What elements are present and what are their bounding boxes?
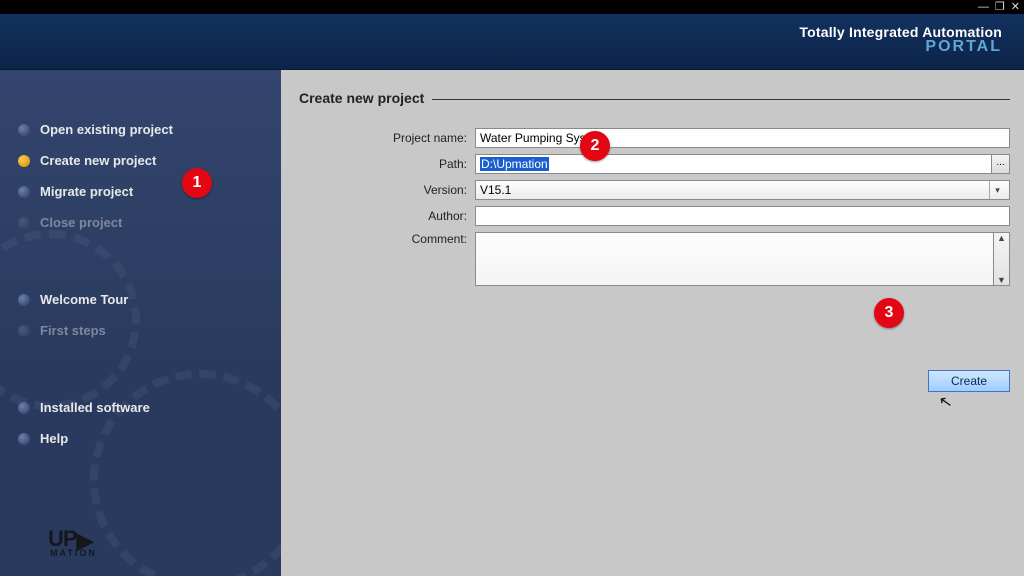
label-version: Version: [355, 183, 475, 197]
sidebar-item-welcome-tour[interactable]: Welcome Tour [18, 284, 263, 315]
sidebar-item-label: Help [40, 431, 68, 446]
sidebar-item-label: Welcome Tour [40, 292, 128, 307]
bullet-icon [18, 186, 30, 198]
version-select[interactable]: V15.1 ▾ [475, 180, 1010, 200]
app-header: Totally Integrated Automation PORTAL [0, 14, 1024, 70]
bullet-icon [18, 124, 30, 136]
label-comment: Comment: [355, 232, 475, 246]
section-title: Create new project [299, 90, 1010, 106]
label-project-name: Project name: [355, 131, 475, 145]
annotation-badge-2: 2 [580, 131, 610, 161]
annotation-badge-1: 1 [182, 168, 212, 198]
bullet-icon [18, 402, 30, 414]
sidebar-item-migrate[interactable]: Migrate project [18, 176, 263, 207]
sidebar: Open existing project Create new project… [0, 70, 281, 576]
section-title-text: Create new project [299, 90, 424, 106]
sidebar-item-first-steps: First steps [18, 315, 263, 346]
label-path: Path: [355, 157, 475, 171]
browse-path-button[interactable]: ... [992, 154, 1010, 174]
sidebar-item-label: Migrate project [40, 184, 133, 199]
chevron-down-icon: ▾ [989, 181, 1005, 199]
sidebar-item-label: First steps [40, 323, 106, 338]
sidebar-item-label: Close project [40, 215, 122, 230]
play-icon: ▶ [77, 528, 93, 554]
scroll-up-icon: ▲ [997, 233, 1006, 243]
cursor-icon: ↖ [937, 391, 954, 413]
create-button[interactable]: Create [928, 370, 1010, 392]
nav-group-misc: Installed software Help [18, 392, 263, 454]
close-button[interactable]: ✕ [1011, 2, 1020, 13]
content-area: Create new project Project name: Path: D… [281, 70, 1024, 576]
sidebar-item-help[interactable]: Help [18, 423, 263, 454]
version-select-value: V15.1 [480, 183, 511, 197]
author-input[interactable] [475, 206, 1010, 226]
path-input-value: D:\Upmation [480, 157, 549, 171]
scrollbar[interactable]: ▲ ▼ [994, 232, 1010, 286]
create-project-form: Project name: Path: D:\Upmation ... Vers… [299, 128, 1010, 286]
bullet-icon [18, 217, 30, 229]
sidebar-item-installed-software[interactable]: Installed software [18, 392, 263, 423]
annotation-badge-3: 3 [874, 298, 904, 328]
minimize-button[interactable]: — [978, 2, 989, 13]
sidebar-item-close-project: Close project [18, 207, 263, 238]
nav-group-projects: Open existing project Create new project… [18, 114, 263, 238]
upmation-logo: UP▶ MATION [48, 526, 97, 558]
sidebar-item-label: Create new project [40, 153, 156, 168]
bullet-icon [18, 325, 30, 337]
bullet-icon [18, 294, 30, 306]
sidebar-item-open-existing[interactable]: Open existing project [18, 114, 263, 145]
brand-block: Totally Integrated Automation PORTAL [799, 24, 1002, 56]
restore-button[interactable]: ❐ [995, 2, 1005, 13]
bullet-icon [18, 433, 30, 445]
path-input[interactable]: D:\Upmation [475, 154, 992, 174]
sidebar-item-label: Installed software [40, 400, 150, 415]
nav-group-welcome: Welcome Tour First steps [18, 284, 263, 346]
project-name-input[interactable] [475, 128, 1010, 148]
sidebar-item-label: Open existing project [40, 122, 173, 137]
label-author: Author: [355, 209, 475, 223]
bullet-icon [18, 155, 30, 167]
comment-textarea[interactable] [475, 232, 994, 286]
brand-line2: PORTAL [799, 38, 1002, 56]
divider [432, 99, 1010, 100]
window-titlebar: — ❐ ✕ [0, 0, 1024, 14]
sidebar-item-create-new[interactable]: Create new project [18, 145, 263, 176]
scroll-down-icon: ▼ [997, 275, 1006, 285]
